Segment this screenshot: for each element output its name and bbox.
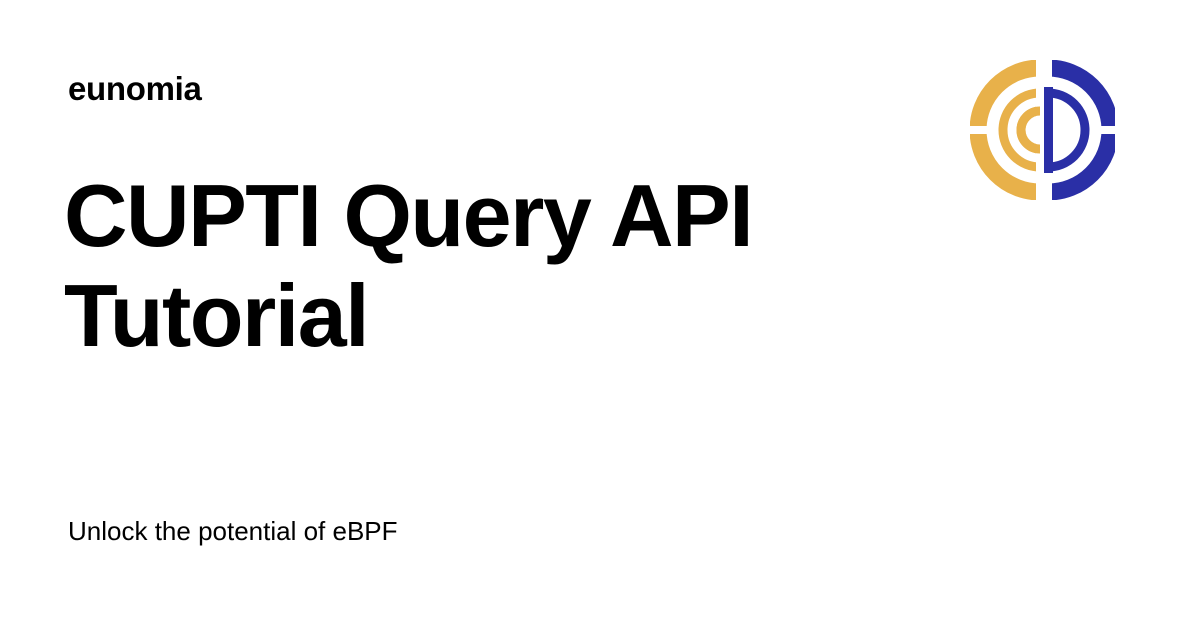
tagline: Unlock the potential of eBPF	[68, 516, 398, 546]
social-card: eunomia CUPTI Query API Tutorial Unlock …	[0, 0, 1200, 630]
eunomia-logo-icon	[970, 60, 1115, 200]
site-name: eunomia	[68, 70, 202, 107]
logo-center-bar	[1044, 87, 1053, 173]
page-title: CUPTI Query API Tutorial	[64, 166, 754, 365]
